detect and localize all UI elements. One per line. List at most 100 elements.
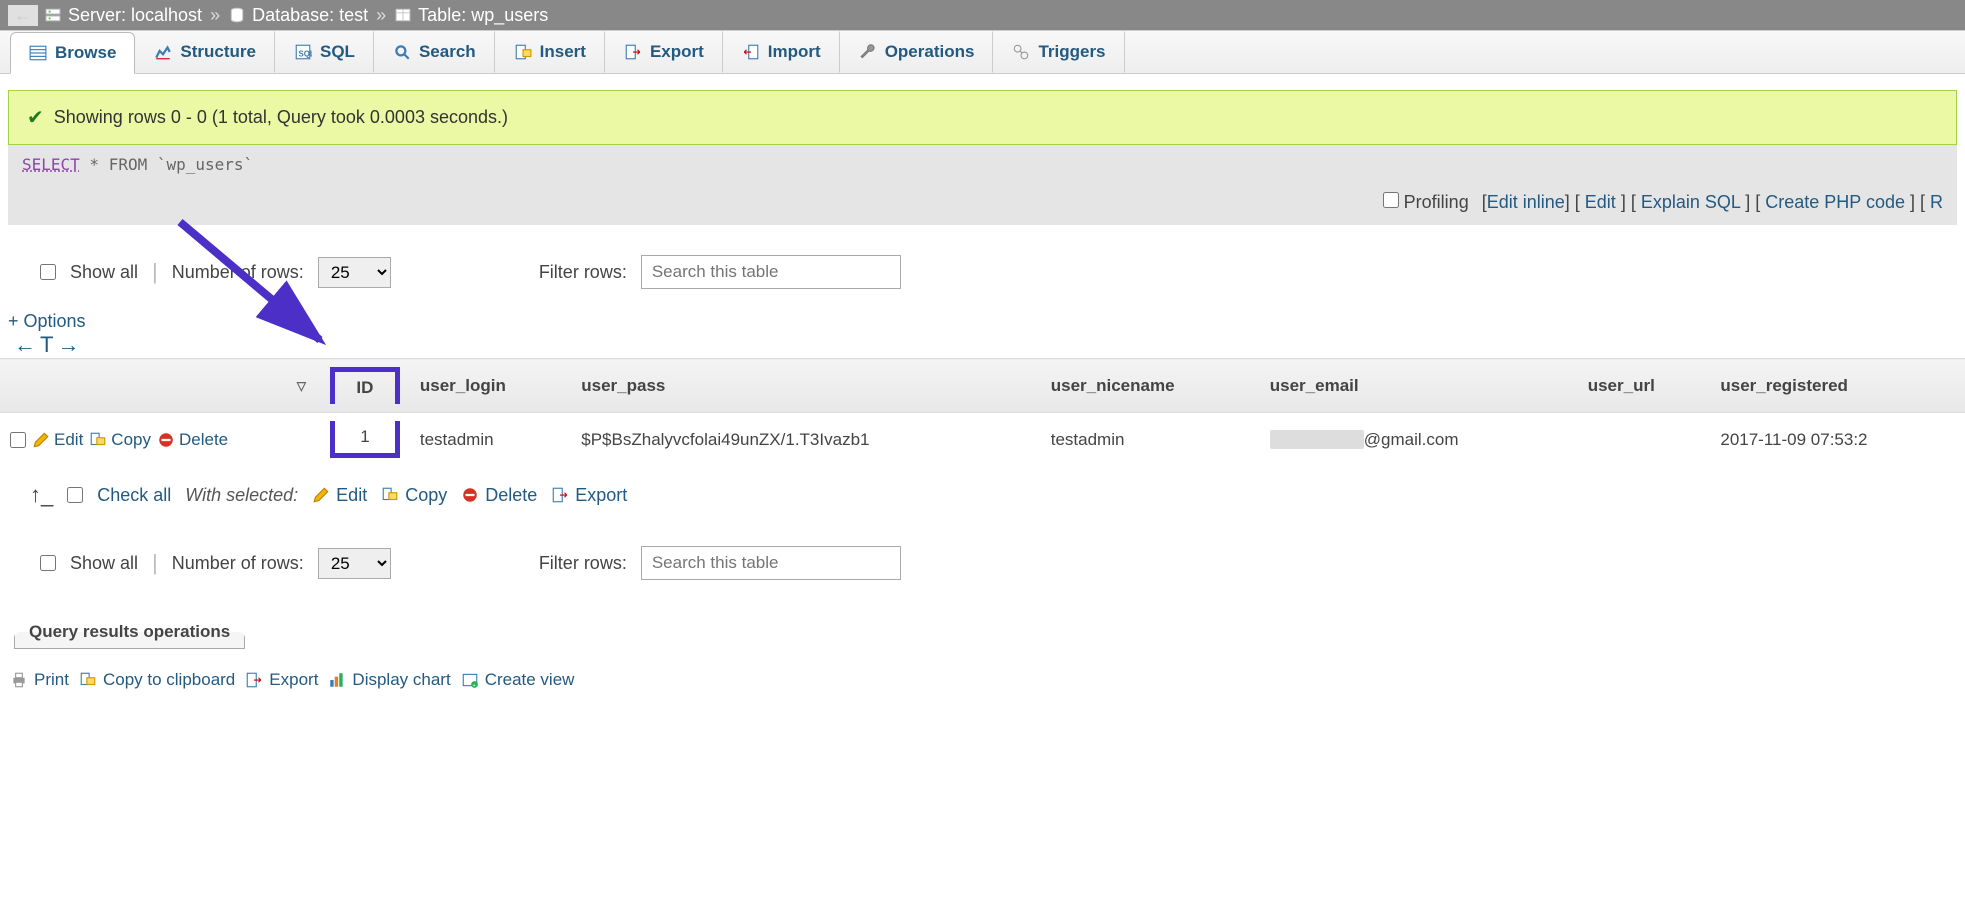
sql-rest: * FROM `wp_users`: [80, 155, 253, 174]
bulk-actions-row: ↑_ Check all With selected: Edit Copy De…: [0, 466, 1965, 516]
crumb-sep: »: [210, 5, 220, 26]
bulk-copy-link[interactable]: Copy: [381, 485, 447, 506]
qops-legend: Query results operations: [15, 616, 244, 648]
breadcrumb: ← Server: localhost » Database: test » T…: [0, 0, 1965, 30]
tab-search[interactable]: Search: [374, 31, 495, 73]
refresh-link[interactable]: R: [1930, 192, 1943, 212]
edit-inline-link[interactable]: Edit inline: [1487, 192, 1565, 212]
tab-browse[interactable]: Browse: [10, 32, 135, 74]
tab-structure[interactable]: Structure: [135, 31, 275, 73]
print-link[interactable]: Print: [10, 670, 69, 690]
check-all-checkbox[interactable]: [67, 487, 83, 503]
sql-keyword: SELECT: [22, 155, 80, 174]
qops-links-row: Print Copy to clipboard Export Display c…: [0, 662, 1965, 698]
explain-sql-link[interactable]: Explain SQL: [1641, 192, 1740, 212]
col-user-url[interactable]: user_url: [1578, 359, 1711, 413]
status-success-bar: ✔ Showing rows 0 - 0 (1 total, Query too…: [8, 90, 1957, 145]
filter-rows-label: Filter rows:: [539, 262, 627, 283]
col-user-pass[interactable]: user_pass: [571, 359, 1040, 413]
create-view-link[interactable]: +Create view: [461, 670, 575, 690]
display-chart-link[interactable]: Display chart: [328, 670, 450, 690]
status-message: Showing rows 0 - 0 (1 total, Query took …: [54, 107, 508, 128]
cell-user-email: xxxx@gmail.com: [1260, 413, 1578, 467]
divider: |: [152, 550, 158, 576]
col-user-email[interactable]: user_email: [1260, 359, 1578, 413]
database-icon: [228, 6, 246, 24]
sql-icon: SQL: [294, 43, 312, 61]
tab-sql-label: SQL: [320, 42, 355, 62]
chart-icon: [328, 671, 346, 689]
col-id[interactable]: ID: [320, 359, 410, 413]
filter-rows-input-bottom[interactable]: [641, 546, 901, 580]
delete-icon: [157, 431, 175, 449]
row-delete-link[interactable]: Delete: [157, 430, 228, 450]
row-controls-bottom: Show all | Number of rows: 25 Filter row…: [0, 516, 1965, 596]
num-rows-select[interactable]: 25: [318, 257, 391, 288]
num-rows-select-bottom[interactable]: 25: [318, 548, 391, 579]
tab-export[interactable]: Export: [605, 31, 723, 73]
back-arrow-button[interactable]: ←: [8, 5, 38, 26]
query-action-links: Profiling [Edit inline] [ Edit ] [ Expla…: [8, 184, 1957, 225]
column-resize-indicator[interactable]: ←T→: [0, 332, 1965, 358]
col-user-registered[interactable]: user_registered: [1710, 359, 1965, 413]
num-rows-label: Number of rows:: [172, 553, 304, 574]
create-php-link[interactable]: Create PHP code: [1765, 192, 1905, 212]
copy-icon: [381, 486, 399, 504]
bulk-edit-link[interactable]: Edit: [312, 485, 367, 506]
col-user-login[interactable]: user_login: [410, 359, 571, 413]
cell-user-pass: $P$BsZhalyvcfolai49unZX/1.T3Ivazb1: [571, 413, 1040, 467]
server-icon: [44, 6, 62, 24]
delete-icon: [461, 486, 479, 504]
export-icon: [551, 486, 569, 504]
row-controls-top: Show all | Number of rows: 25 Filter row…: [0, 225, 1965, 305]
pencil-icon: [312, 486, 330, 504]
tab-operations[interactable]: Operations: [840, 31, 994, 73]
table-row: Edit Copy Delete 1 testadmin $P$BsZhalyv…: [0, 413, 1965, 467]
tab-export-label: Export: [650, 42, 704, 62]
browse-icon: [29, 44, 47, 62]
crumb-database[interactable]: Database: test: [252, 5, 368, 26]
show-all-label: Show all: [70, 553, 138, 574]
cell-user-nicename: testadmin: [1041, 413, 1260, 467]
import-icon: [742, 43, 760, 61]
edit-query-link[interactable]: Edit: [1585, 192, 1616, 212]
row-copy-link[interactable]: Copy: [89, 430, 151, 450]
tab-triggers-label: Triggers: [1038, 42, 1105, 62]
with-selected-label: With selected:: [185, 485, 298, 506]
crumb-sep: »: [376, 5, 386, 26]
row-edit-link[interactable]: Edit: [32, 430, 83, 450]
tab-search-label: Search: [419, 42, 476, 62]
show-all-checkbox-bottom[interactable]: [40, 555, 56, 571]
bulk-delete-link[interactable]: Delete: [461, 485, 537, 506]
crumb-table[interactable]: Table: wp_users: [418, 5, 548, 26]
tab-operations-label: Operations: [885, 42, 975, 62]
query-results-operations: Query results operations: [14, 616, 245, 649]
sort-indicator-icon[interactable]: ▽: [297, 379, 306, 393]
profiling-label[interactable]: Profiling: [1404, 192, 1469, 212]
show-all-checkbox[interactable]: [40, 264, 56, 280]
row-checkbox[interactable]: [10, 432, 26, 448]
search-icon: [393, 43, 411, 61]
copy-clipboard-link[interactable]: Copy to clipboard: [79, 670, 235, 690]
export-icon: [245, 671, 263, 689]
divider: |: [152, 259, 158, 285]
tab-browse-label: Browse: [55, 43, 116, 63]
tab-triggers[interactable]: Triggers: [993, 31, 1124, 73]
check-all-link[interactable]: Check all: [97, 485, 171, 506]
filter-rows-input[interactable]: [641, 255, 901, 289]
crumb-server[interactable]: Server: localhost: [68, 5, 202, 26]
tab-sql[interactable]: SQL SQL: [275, 31, 374, 73]
filter-rows-label: Filter rows:: [539, 553, 627, 574]
col-user-nicename[interactable]: user_nicename: [1041, 359, 1260, 413]
tab-import[interactable]: Import: [723, 31, 840, 73]
qops-export-link[interactable]: Export: [245, 670, 318, 690]
bulk-export-link[interactable]: Export: [551, 485, 627, 506]
tab-insert[interactable]: Insert: [495, 31, 605, 73]
profiling-checkbox[interactable]: [1383, 192, 1399, 208]
tab-bar: Browse Structure SQL SQL Search Insert E…: [0, 30, 1965, 74]
insert-icon: [514, 43, 532, 61]
structure-icon: [154, 43, 172, 61]
export-icon: [624, 43, 642, 61]
pencil-icon: [32, 431, 50, 449]
num-rows-label: Number of rows:: [172, 262, 304, 283]
